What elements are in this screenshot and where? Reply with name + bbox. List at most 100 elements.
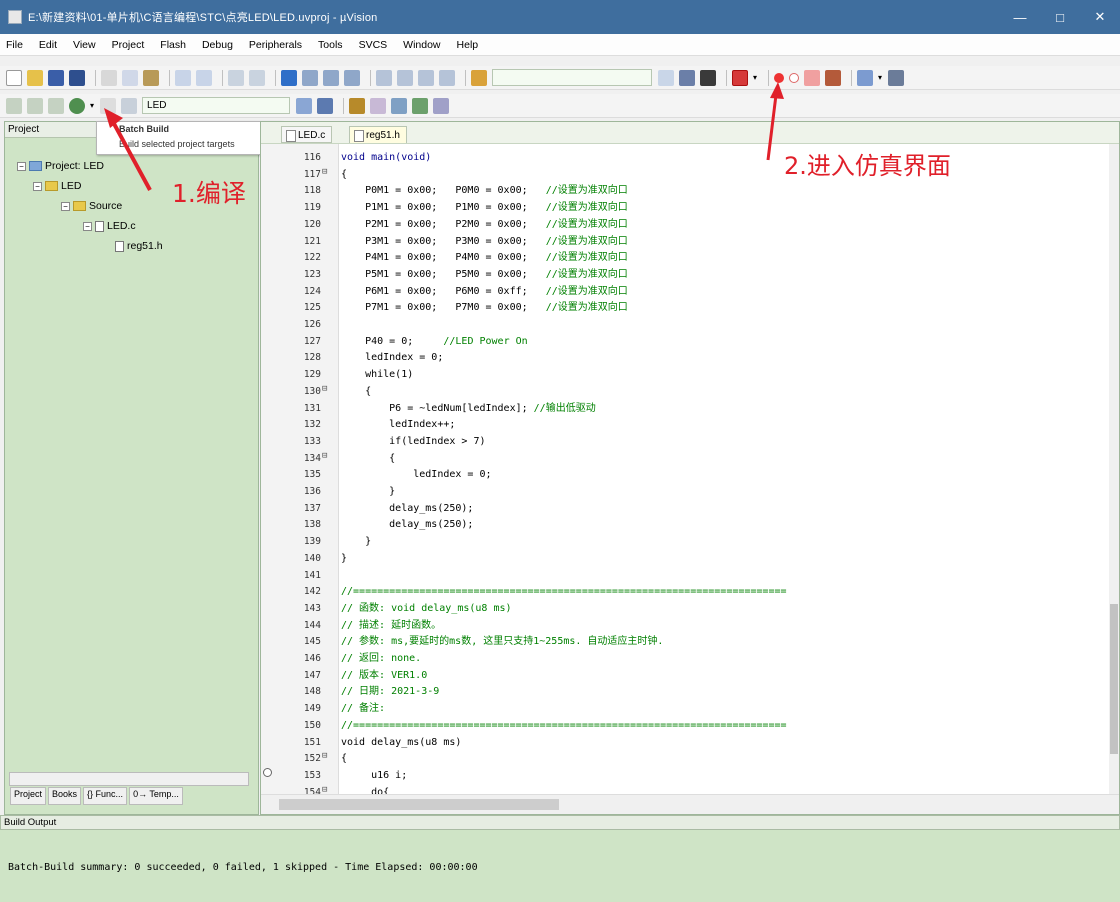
code-line[interactable]: P3M1 = 0x00; P3M0 = 0x00; //设置为准双向口 xyxy=(341,234,628,250)
code-line[interactable]: } xyxy=(341,551,347,567)
unindent-icon[interactable] xyxy=(397,69,413,86)
fold-marker-icon[interactable]: ⊟ xyxy=(322,451,332,467)
code-line[interactable]: P0M1 = 0x00; P0M0 = 0x00; //设置为准双向口 xyxy=(341,183,628,199)
menu-help[interactable]: Help xyxy=(457,39,479,51)
disable-breakpoint-icon[interactable] xyxy=(789,72,800,83)
code-line[interactable]: { xyxy=(341,751,347,767)
code-line[interactable]: // 函数: void delay_ms(u8 ms) xyxy=(341,601,512,617)
code-line[interactable]: if(ledIndex > 7) xyxy=(341,434,485,450)
tab-templates[interactable]: 0→ Temp... xyxy=(129,787,183,805)
menu-svcs[interactable]: SVCS xyxy=(359,39,388,51)
target-select[interactable]: LED xyxy=(142,97,291,114)
batch-build-icon[interactable] xyxy=(69,97,85,114)
tree-node-target[interactable]: − LED xyxy=(33,180,81,192)
code-line[interactable]: { xyxy=(341,451,395,467)
code-line[interactable]: P4M1 = 0x00; P4M0 = 0x00; //设置为准双向口 xyxy=(341,250,628,266)
code-line[interactable]: do{ xyxy=(341,785,389,794)
find-in-files-icon[interactable] xyxy=(471,69,487,86)
code-line[interactable]: while(1) xyxy=(341,367,413,383)
collapse-icon[interactable]: − xyxy=(83,221,92,231)
code-line[interactable]: P7M1 = 0x00; P7M0 = 0x00; //设置为准双向口 xyxy=(341,300,628,316)
code-line[interactable]: P5M1 = 0x00; P5M0 = 0x00; //设置为准双向口 xyxy=(341,267,628,283)
paste-icon[interactable] xyxy=(143,69,159,86)
save-all-icon[interactable] xyxy=(69,69,85,86)
comment-icon[interactable] xyxy=(418,69,434,86)
menu-debug[interactable]: Debug xyxy=(202,39,233,51)
debug-dropdown-icon[interactable]: ▾ xyxy=(753,73,757,82)
collapse-icon[interactable]: − xyxy=(61,201,70,211)
code-line[interactable]: } xyxy=(341,534,371,550)
open-file-icon[interactable] xyxy=(27,69,43,86)
code-line[interactable]: P1M1 = 0x00; P1M0 = 0x00; //设置为准双向口 xyxy=(341,200,628,216)
code-line[interactable]: // 备注: xyxy=(341,701,385,717)
kill-breakpoints-icon[interactable] xyxy=(804,69,821,86)
code-line[interactable]: delay_ms(250); xyxy=(341,517,473,533)
code-line[interactable]: ledIndex = 0; xyxy=(341,350,443,366)
code-line[interactable]: u16 i; xyxy=(341,768,407,784)
batch-build-dropdown-icon[interactable]: ▾ xyxy=(90,101,94,110)
config-icon[interactable] xyxy=(700,69,716,86)
menu-view[interactable]: View xyxy=(73,39,96,51)
rte-icon[interactable] xyxy=(412,97,429,114)
code-line[interactable]: { xyxy=(341,167,347,183)
clear-bookmarks-icon[interactable] xyxy=(344,69,360,86)
code-line[interactable]: { xyxy=(341,384,371,400)
code-line[interactable]: delay_ms(250); xyxy=(341,501,473,517)
menu-edit[interactable]: Edit xyxy=(39,39,57,51)
configure-icon[interactable] xyxy=(888,69,905,86)
menu-window[interactable]: Window xyxy=(403,39,440,51)
new-file-icon[interactable] xyxy=(6,69,22,86)
maximize-button[interactable]: □ xyxy=(1040,0,1080,34)
code-line[interactable]: // 版本: VER1.0 xyxy=(341,668,427,684)
minimize-button[interactable]: — xyxy=(1000,0,1040,34)
nav-back-icon[interactable] xyxy=(228,69,244,86)
translate-icon[interactable] xyxy=(6,97,22,114)
pack-installer-icon[interactable] xyxy=(391,97,408,114)
redo-icon[interactable] xyxy=(196,69,212,86)
tree-node-source-group[interactable]: − Source xyxy=(61,200,122,212)
fold-marker-icon[interactable]: ⊟ xyxy=(322,384,332,400)
uncomment-icon[interactable] xyxy=(439,69,455,86)
rebuild-icon[interactable] xyxy=(48,97,64,114)
event-recorder-icon[interactable] xyxy=(433,97,450,114)
find-combo[interactable] xyxy=(492,69,652,86)
tab-led-c[interactable]: LED.c xyxy=(281,126,333,143)
menu-flash[interactable]: Flash xyxy=(160,39,186,51)
menu-file[interactable]: File xyxy=(6,39,23,51)
bookmark-icon[interactable] xyxy=(281,69,297,86)
next-bookmark-icon[interactable] xyxy=(323,69,339,86)
code-line[interactable]: } xyxy=(341,484,395,500)
undo-icon[interactable] xyxy=(175,69,191,86)
find-icon[interactable] xyxy=(658,69,674,86)
code-line[interactable]: ledIndex = 0; xyxy=(341,467,491,483)
code-line[interactable]: void main(void) xyxy=(341,150,431,166)
code-line[interactable]: // 参数: ms,要延时的ms数, 这里只支持1~255ms. 自动适应主时钟… xyxy=(341,634,663,650)
target-options-icon[interactable] xyxy=(296,97,313,114)
code-line[interactable]: void delay_ms(u8 ms) xyxy=(341,735,461,751)
manage-project-icon[interactable] xyxy=(349,97,366,114)
tree-node-reg51-h[interactable]: reg51.h xyxy=(115,240,163,252)
code-line[interactable]: //======================================… xyxy=(341,718,787,734)
download-icon[interactable] xyxy=(121,97,138,114)
breakpoint-icon[interactable] xyxy=(774,72,785,83)
code-line[interactable]: P6 = ~ledNum[ledIndex]; //输出低驱动 xyxy=(341,401,596,417)
debug-settings-icon[interactable] xyxy=(825,69,842,86)
code-line[interactable]: //======================================… xyxy=(341,584,787,600)
select-pack-icon[interactable] xyxy=(370,97,387,114)
close-button[interactable]: ✕ xyxy=(1080,0,1120,34)
code-line[interactable]: // 描述: 延时函数。 xyxy=(341,618,441,634)
start-debug-session-icon[interactable] xyxy=(732,69,748,86)
tree-node-project[interactable]: − Project: LED xyxy=(17,160,104,172)
save-icon[interactable] xyxy=(48,69,64,86)
manage-components-icon[interactable] xyxy=(317,97,334,114)
code-line[interactable]: // 日期: 2021-3-9 xyxy=(341,684,439,700)
fold-marker-icon[interactable]: ⊟ xyxy=(322,751,332,767)
cut-icon[interactable] xyxy=(101,69,117,86)
editor-vscroll[interactable] xyxy=(1109,144,1119,794)
tree-node-led-c[interactable]: − LED.c xyxy=(83,220,136,232)
code-line[interactable]: P6M1 = 0x00; P6M0 = 0xff; //设置为准双向口 xyxy=(341,284,628,300)
collapse-icon[interactable]: − xyxy=(17,161,26,171)
tab-reg51-h[interactable]: reg51.h xyxy=(349,126,407,143)
window-layout-icon[interactable] xyxy=(857,69,874,86)
layout-dropdown-icon[interactable]: ▾ xyxy=(878,73,882,82)
